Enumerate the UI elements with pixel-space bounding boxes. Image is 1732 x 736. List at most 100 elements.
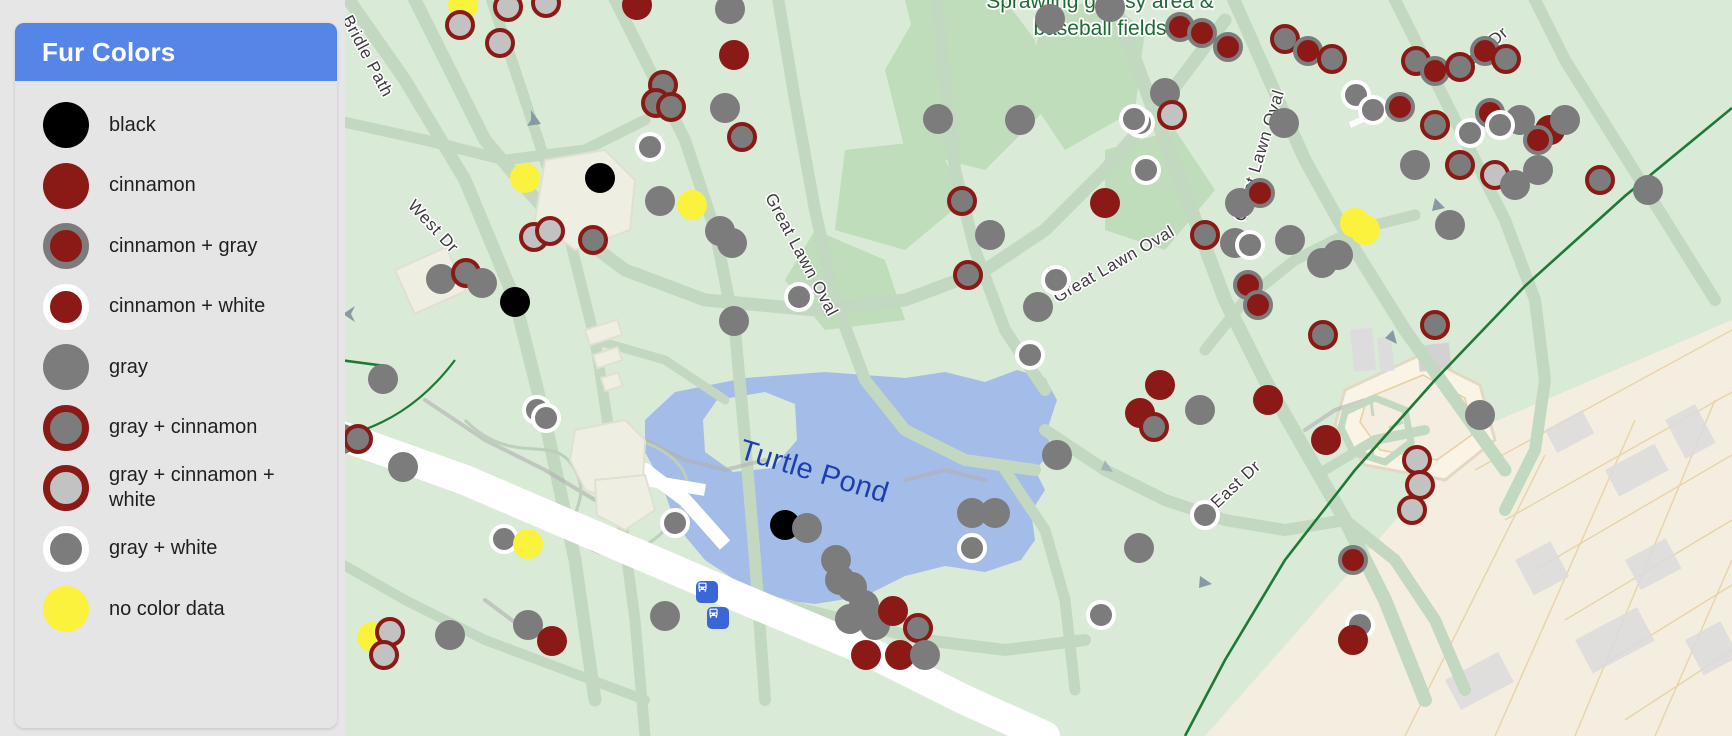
- squirrel-marker[interactable]: [1308, 320, 1338, 350]
- squirrel-marker[interactable]: [537, 626, 567, 656]
- squirrel-marker[interactable]: [578, 225, 608, 255]
- squirrel-marker[interactable]: [1041, 265, 1071, 295]
- squirrel-marker[interactable]: [1005, 105, 1035, 135]
- squirrel-marker[interactable]: [535, 216, 565, 246]
- squirrel-marker[interactable]: [980, 498, 1010, 528]
- squirrel-marker[interactable]: [1035, 4, 1065, 34]
- map-canvas[interactable]: Bridle Path West Dr Great Lawn Oval Grea…: [345, 0, 1732, 736]
- squirrel-marker[interactable]: [1190, 220, 1220, 250]
- squirrel-marker[interactable]: [1500, 170, 1530, 200]
- squirrel-marker[interactable]: [656, 92, 686, 122]
- squirrel-marker[interactable]: [513, 529, 543, 559]
- squirrel-marker[interactable]: [467, 268, 497, 298]
- squirrel-marker[interactable]: [947, 186, 977, 216]
- squirrel-marker[interactable]: [1350, 215, 1380, 245]
- squirrel-marker[interactable]: [1185, 395, 1215, 425]
- squirrel-marker[interactable]: [1131, 155, 1161, 185]
- squirrel-marker[interactable]: [1275, 225, 1305, 255]
- squirrel-marker[interactable]: [1015, 340, 1045, 370]
- squirrel-marker[interactable]: [903, 613, 933, 643]
- legend-item[interactable]: cinnamon + white: [15, 277, 337, 338]
- legend-swatch-icon: [43, 465, 89, 512]
- squirrel-marker[interactable]: [1317, 44, 1347, 74]
- squirrel-marker[interactable]: [1145, 370, 1175, 400]
- legend-item[interactable]: gray + cinnamon: [15, 398, 337, 459]
- legend-item-label: no color data: [109, 597, 225, 620]
- squirrel-marker[interactable]: [1139, 412, 1169, 442]
- squirrel-marker[interactable]: [1023, 292, 1053, 322]
- squirrel-marker[interactable]: [1086, 600, 1116, 630]
- squirrel-marker[interactable]: [957, 533, 987, 563]
- squirrel-marker[interactable]: [1338, 625, 1368, 655]
- legend-item[interactable]: cinnamon + gray: [15, 216, 337, 277]
- legend-item[interactable]: gray: [15, 337, 337, 398]
- squirrel-marker[interactable]: [1491, 44, 1521, 74]
- squirrel-marker[interactable]: [1633, 175, 1663, 205]
- squirrel-marker[interactable]: [660, 508, 690, 538]
- bus-stop-icon-1[interactable]: [696, 581, 718, 603]
- squirrel-marker[interactable]: [1435, 210, 1465, 240]
- squirrel-marker[interactable]: [1358, 95, 1388, 125]
- legend-swatch-icon: [43, 162, 89, 209]
- squirrel-marker[interactable]: [1465, 400, 1495, 430]
- legend-item[interactable]: cinnamon: [15, 156, 337, 217]
- squirrel-marker[interactable]: [1042, 440, 1072, 470]
- squirrel-marker[interactable]: [485, 28, 515, 58]
- squirrel-marker[interactable]: [1338, 545, 1368, 575]
- squirrel-marker[interactable]: [1190, 500, 1220, 530]
- squirrel-marker[interactable]: [1253, 385, 1283, 415]
- squirrel-marker[interactable]: [1213, 32, 1243, 62]
- legend-item[interactable]: black: [15, 95, 337, 156]
- legend-item[interactable]: no color data: [15, 579, 337, 640]
- squirrel-marker[interactable]: [1420, 110, 1450, 140]
- legend-item-label: gray: [109, 355, 148, 378]
- squirrel-marker[interactable]: [1323, 240, 1353, 270]
- squirrel-marker[interactable]: [1245, 178, 1275, 208]
- squirrel-marker[interactable]: [1485, 110, 1515, 140]
- squirrel-marker[interactable]: [368, 364, 398, 394]
- squirrel-marker[interactable]: [1090, 188, 1120, 218]
- squirrel-marker[interactable]: [719, 306, 749, 336]
- squirrel-marker[interactable]: [500, 287, 530, 317]
- squirrel-marker[interactable]: [645, 186, 675, 216]
- squirrel-marker[interactable]: [1157, 100, 1187, 130]
- squirrel-marker[interactable]: [1385, 92, 1415, 122]
- squirrel-marker[interactable]: [369, 640, 399, 670]
- squirrel-marker[interactable]: [851, 640, 881, 670]
- squirrel-marker[interactable]: [717, 228, 747, 258]
- squirrel-marker[interactable]: [1124, 533, 1154, 563]
- squirrel-marker[interactable]: [585, 163, 615, 193]
- squirrel-marker[interactable]: [445, 10, 475, 40]
- squirrel-marker[interactable]: [710, 93, 740, 123]
- squirrel-marker[interactable]: [910, 640, 940, 670]
- squirrel-marker[interactable]: [1119, 104, 1149, 134]
- squirrel-marker[interactable]: [975, 220, 1005, 250]
- squirrel-marker[interactable]: [1397, 495, 1427, 525]
- squirrel-marker[interactable]: [1235, 230, 1265, 260]
- squirrel-marker[interactable]: [792, 513, 822, 543]
- squirrel-marker[interactable]: [727, 122, 757, 152]
- legend-item[interactable]: gray + cinnamon + white: [15, 458, 337, 519]
- squirrel-marker[interactable]: [1420, 310, 1450, 340]
- squirrel-marker[interactable]: [1585, 165, 1615, 195]
- squirrel-marker[interactable]: [435, 620, 465, 650]
- squirrel-marker[interactable]: [1243, 290, 1273, 320]
- squirrel-marker[interactable]: [531, 403, 561, 433]
- squirrel-marker[interactable]: [953, 260, 983, 290]
- squirrel-marker[interactable]: [388, 452, 418, 482]
- squirrel-marker[interactable]: [1311, 425, 1341, 455]
- squirrel-marker[interactable]: [1523, 125, 1553, 155]
- squirrel-marker[interactable]: [650, 601, 680, 631]
- squirrel-marker[interactable]: [719, 40, 749, 70]
- legend-item[interactable]: gray + white: [15, 519, 337, 580]
- squirrel-marker[interactable]: [635, 132, 665, 162]
- squirrel-marker[interactable]: [1400, 150, 1430, 180]
- squirrel-marker[interactable]: [784, 282, 814, 312]
- squirrel-marker[interactable]: [923, 104, 953, 134]
- squirrel-marker[interactable]: [510, 163, 540, 193]
- bus-stop-icon-2[interactable]: [707, 607, 729, 629]
- squirrel-marker[interactable]: [1550, 105, 1580, 135]
- squirrel-marker[interactable]: [1445, 150, 1475, 180]
- squirrel-marker[interactable]: [677, 190, 707, 220]
- squirrel-marker[interactable]: [1269, 108, 1299, 138]
